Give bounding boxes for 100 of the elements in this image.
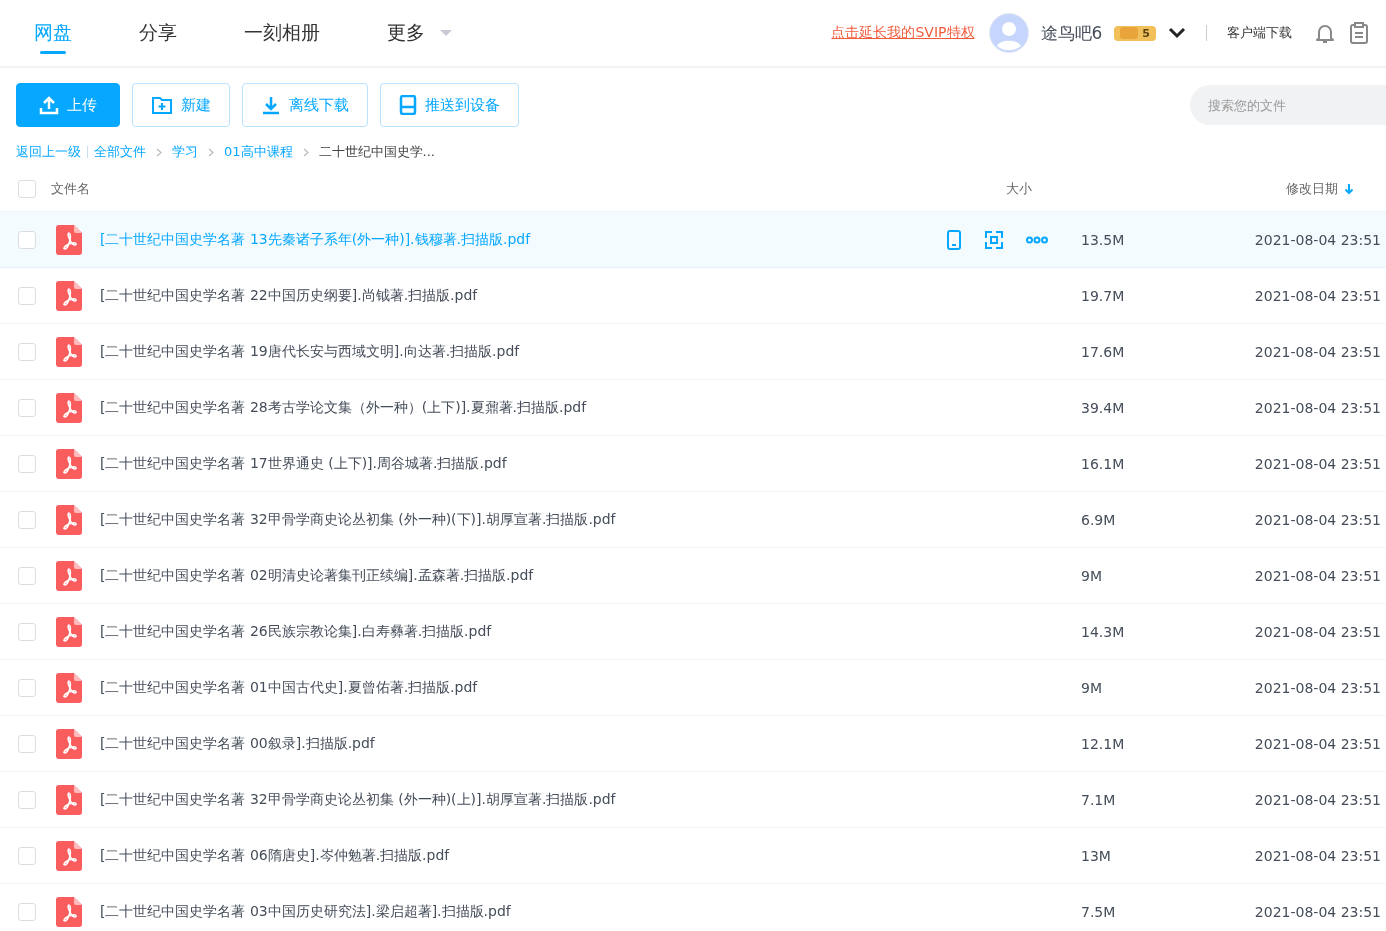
file-date: 2021-08-04 23:51 — [1253, 903, 1382, 920]
file-date: 2021-08-04 23:51 — [1253, 735, 1382, 752]
file-row[interactable]: [二十世纪中国史学名著 13先秦诸子系年(外一种)].钱穆著.扫描版.pdf 13.5M 2021-08-04 23:51 — [0, 212, 1386, 268]
client-download-link[interactable]: 客户端下载 — [1227, 24, 1292, 42]
file-name[interactable]: [二十世纪中国史学名著 00叙录].扫描版.pdf — [100, 734, 946, 753]
file-name[interactable]: [二十世纪中国史学名著 06隋唐史].岑仲勉著.扫描版.pdf — [100, 846, 946, 865]
file-size: 14.3M — [1081, 623, 1126, 640]
folder-plus-icon — [151, 95, 173, 115]
nav-tab[interactable]: 分享 — [139, 0, 177, 66]
row-checkbox[interactable] — [18, 678, 36, 697]
file-date: 2021-08-04 23:51 — [1253, 847, 1382, 864]
chevron-right-icon — [302, 147, 309, 157]
file-name[interactable]: [二十世纪中国史学名著 32甲骨学商史论丛初集 (外一种)(上)].胡厚宣著.扫描版.pdf — [100, 790, 946, 809]
file-size: 19.7M — [1081, 287, 1126, 304]
file-size: 12.1M — [1081, 735, 1126, 752]
file-row[interactable]: [二十世纪中国史学名著 19唐代长安与西域文明].向达著.扫描版.pdf 17.6M 2021-08-04 23:51 — [0, 324, 1386, 380]
row-checkbox[interactable] — [18, 734, 36, 753]
file-name[interactable]: [二十世纪中国史学名著 02明清史论著集刊正续编].孟森著.扫描版.pdf — [100, 566, 946, 585]
file-date: 2021-08-04 23:51 — [1253, 231, 1382, 248]
file-row[interactable]: [二十世纪中国史学名著 00叙录].扫描版.pdf 12.1M 2021-08-04 23:51 — [0, 716, 1386, 772]
file-name[interactable]: [二十世纪中国史学名著 19唐代长安与西域文明].向达著.扫描版.pdf — [100, 342, 946, 361]
file-row[interactable]: [二十世纪中国史学名著 26民族宗教论集].白寿彝著.扫描版.pdf 14.3M 2021-08-04 23:51 — [0, 604, 1386, 660]
download-icon — [261, 95, 281, 115]
pdf-file-icon — [56, 392, 82, 423]
file-row[interactable]: [二十世纪中国史学名著 03中国历史研究法].梁启超著].扫描版.pdf 7.5M 2021-08-04 23:51 — [0, 884, 1386, 931]
file-row[interactable]: [二十世纪中国史学名著 32甲骨学商史论丛初集 (外一种)(下)].胡厚宣著.扫描版.pdf 6.9M 2021-08-04 23:51 — [0, 492, 1386, 548]
file-row[interactable]: [二十世纪中国史学名著 22中国历史纲要].尚钺著.扫描版.pdf 19.7M 2021-08-04 23:51 — [0, 268, 1386, 324]
column-header[interactable]: 修改日期 — [1286, 179, 1338, 198]
file-row[interactable]: [二十世纪中国史学名著 32甲骨学商史论丛初集 (外一种)(上)].胡厚宣著.扫描版.pdf 7.1M 2021-08-04 23:51 — [0, 772, 1386, 828]
file-size: 6.9M — [1081, 511, 1117, 528]
file-date: 2021-08-04 23:51 — [1253, 343, 1382, 360]
row-checkbox[interactable] — [18, 790, 36, 809]
file-size: 13.5M — [1081, 231, 1126, 248]
chevron-right-icon — [208, 147, 214, 157]
file-date: 2021-08-04 23:51 — [1253, 399, 1382, 416]
pdf-file-icon — [56, 224, 82, 255]
pdf-file-icon — [56, 504, 82, 535]
more-icon[interactable] — [1026, 235, 1048, 244]
avatar-icon[interactable] — [988, 13, 1029, 53]
device-icon — [399, 95, 417, 115]
row-checkbox[interactable] — [18, 622, 36, 641]
file-name[interactable]: [二十世纪中国史学名著 28考古学论文集（外一种）(上下)].夏鼐著.扫描版.pdf — [100, 398, 946, 417]
file-row[interactable]: [二十世纪中国史学名著 28考古学论文集（外一种）(上下)].夏鼐著.扫描版.pdf 39.4M 2021-08-04 23:51 — [0, 380, 1386, 436]
chevron-down-icon[interactable] — [1168, 27, 1186, 39]
file-size: 17.6M — [1081, 343, 1126, 360]
chevron-right-icon — [156, 147, 162, 157]
vip-badge: 5 — [1114, 25, 1156, 41]
sort-down-icon[interactable] — [1344, 182, 1354, 195]
file-name[interactable]: [二十世纪中国史学名著 26民族宗教论集].白寿彝著.扫描版.pdf — [100, 622, 946, 641]
row-checkbox[interactable] — [18, 510, 36, 529]
pdf-file-icon — [56, 784, 82, 815]
username[interactable]: 途鸟吧6 — [1040, 21, 1103, 45]
file-name[interactable]: [二十世纪中国史学名著 22中国历史纲要].尚钺著.扫描版.pdf — [100, 286, 946, 305]
file-row[interactable]: [二十世纪中国史学名著 17世界通史 (上下)].周谷城著.扫描版.pdf 16.1M 2021-08-04 23:51 — [0, 436, 1386, 492]
file-name[interactable]: [二十世纪中国史学名著 01中国古代史].夏曾佑著.扫描版.pdf — [100, 678, 946, 697]
row-checkbox[interactable] — [18, 454, 36, 473]
clipboard-icon[interactable] — [1348, 21, 1370, 45]
row-checkbox[interactable] — [18, 846, 36, 865]
nav-tab[interactable]: 一刻相册 — [244, 0, 320, 66]
file-date: 2021-08-04 23:51 — [1253, 623, 1382, 640]
file-name[interactable]: [二十世纪中国史学名著 17世界通史 (上下)].周谷城著.扫描版.pdf — [100, 454, 946, 473]
row-checkbox[interactable] — [18, 230, 36, 249]
pdf-file-icon — [56, 616, 82, 647]
breadcrumb-item: 二十世纪中国史学... — [318, 143, 435, 161]
file-size: 9M — [1081, 679, 1103, 696]
file-row[interactable]: [二十世纪中国史学名著 06隋唐史].岑仲勉著.扫描版.pdf 13M 2021-08-04 23:51 — [0, 828, 1386, 884]
file-row[interactable]: [二十世纪中国史学名著 01中国古代史].夏曾佑著.扫描版.pdf 9M 2021-08-04 23:51 — [0, 660, 1386, 716]
file-size: 39.4M — [1081, 399, 1126, 416]
file-date: 2021-08-04 23:51 — [1253, 455, 1382, 472]
phone-icon[interactable] — [946, 229, 962, 250]
file-row[interactable]: [二十世纪中国史学名著 02明清史论著集刊正续编].孟森著.扫描版.pdf 9M 2021-08-04 23:51 — [0, 548, 1386, 604]
select-all-checkbox[interactable] — [18, 179, 36, 198]
upload-icon — [39, 95, 59, 115]
pdf-file-icon — [56, 560, 82, 591]
file-name[interactable]: [二十世纪中国史学名著 03中国历史研究法].梁启超著].扫描版.pdf — [100, 902, 946, 921]
bell-icon[interactable] — [1314, 22, 1336, 44]
column-header[interactable]: 文件名 — [51, 179, 998, 198]
pdf-file-icon — [56, 336, 82, 367]
row-checkbox[interactable] — [18, 286, 36, 305]
pdf-file-icon — [56, 448, 82, 479]
file-date: 2021-08-04 23:51 — [1253, 791, 1382, 808]
pdf-file-icon — [56, 280, 82, 311]
search-field[interactable]: 搜索您的文件 — [1190, 85, 1386, 125]
file-date: 2021-08-04 23:51 — [1253, 511, 1382, 528]
file-size: 9M — [1081, 567, 1103, 584]
file-size: 13M — [1081, 847, 1112, 864]
file-date: 2021-08-04 23:51 — [1253, 287, 1382, 304]
pdf-file-icon — [56, 672, 82, 703]
row-checkbox[interactable] — [18, 342, 36, 361]
row-checkbox[interactable] — [18, 902, 36, 921]
file-date: 2021-08-04 23:51 — [1253, 567, 1382, 584]
file-name[interactable]: [二十世纪中国史学名著 32甲骨学商史论丛初集 (外一种)(下)].胡厚宣著.扫描版.pdf — [100, 510, 946, 529]
file-size: 7.1M — [1081, 791, 1117, 808]
nav-tab[interactable]: 更多 — [387, 0, 453, 66]
column-header[interactable]: 大小 — [998, 179, 1286, 198]
row-checkbox[interactable] — [18, 566, 36, 585]
pdf-file-icon — [56, 728, 82, 759]
file-size: 7.5M — [1081, 903, 1117, 920]
pdf-file-icon — [56, 840, 82, 871]
row-checkbox[interactable] — [18, 398, 36, 417]
